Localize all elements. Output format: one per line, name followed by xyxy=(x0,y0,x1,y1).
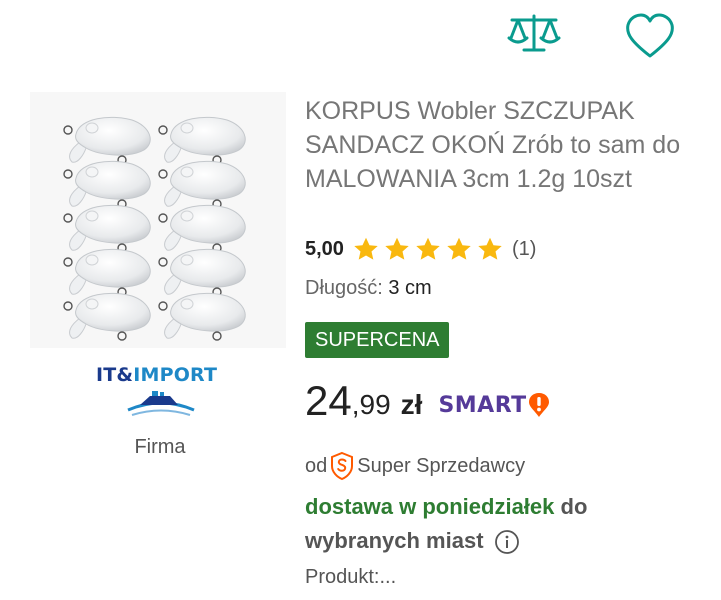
ship-train-logo-icon xyxy=(127,391,195,416)
lure-body xyxy=(158,248,246,297)
lure-body xyxy=(158,204,246,253)
super-seller-label: Super Sprzedawcy xyxy=(357,454,526,477)
seller-logo[interactable]: IT&IMPORT xyxy=(88,362,238,424)
super-seller-row[interactable]: od Super Sprzedawcy xyxy=(305,449,525,483)
delivery-highlight: dostawa w poniedziałek xyxy=(305,494,555,519)
parameter-label: Długość: xyxy=(305,277,383,299)
delivery-info: dostawa w poniedziałek do wybranych mias… xyxy=(305,490,705,558)
star-icon xyxy=(478,237,502,260)
compare-button[interactable] xyxy=(504,6,564,64)
rating-row[interactable]: 5,00 (1) xyxy=(305,232,536,266)
price-main: 24 xyxy=(305,377,352,424)
smart-logo[interactable]: SMART xyxy=(438,384,549,426)
seller-label: Firma xyxy=(134,436,186,458)
lure-body xyxy=(63,204,151,253)
product-parameter: Długość: 3 cm xyxy=(305,277,432,300)
seller-prefix: od xyxy=(305,454,328,477)
smart-text: SMART xyxy=(438,392,527,418)
parameter-value: 3 cm xyxy=(388,277,432,299)
lure-body xyxy=(158,160,246,209)
lure-body xyxy=(63,292,151,341)
star-icon xyxy=(385,237,409,260)
seller-logo-text: IT&IMPORT xyxy=(96,364,218,386)
smart-exclamation-icon xyxy=(528,393,549,417)
lure-body xyxy=(158,116,246,165)
rating-count[interactable]: (1) xyxy=(512,238,536,261)
star-icon xyxy=(416,237,440,260)
favorite-button[interactable] xyxy=(620,8,680,64)
rating-value: 5,00 xyxy=(305,237,344,260)
lure-body xyxy=(63,160,151,209)
scale-icon xyxy=(507,14,561,52)
price-row: 24 ,99 zł SMART xyxy=(305,366,550,426)
star-icon xyxy=(354,237,378,260)
rating-stars xyxy=(352,236,504,263)
super-seller-shield-icon xyxy=(331,451,354,481)
lure-body xyxy=(63,116,151,165)
price-cents: ,99 xyxy=(351,389,391,420)
lure-body xyxy=(63,248,151,297)
supercena-badge: SUPERCENA xyxy=(305,322,450,358)
heart-icon xyxy=(626,13,674,58)
star-icon xyxy=(447,237,471,260)
product-details-link[interactable]: Produkt:... xyxy=(305,566,396,589)
info-icon[interactable] xyxy=(494,529,520,555)
product-title[interactable]: KORPUS Wobler SZCZUPAK SANDACZ OKOŃ Zrób… xyxy=(305,94,705,196)
product-image[interactable] xyxy=(30,92,286,348)
lure-body xyxy=(158,292,246,341)
price-currency: zł xyxy=(400,389,423,420)
